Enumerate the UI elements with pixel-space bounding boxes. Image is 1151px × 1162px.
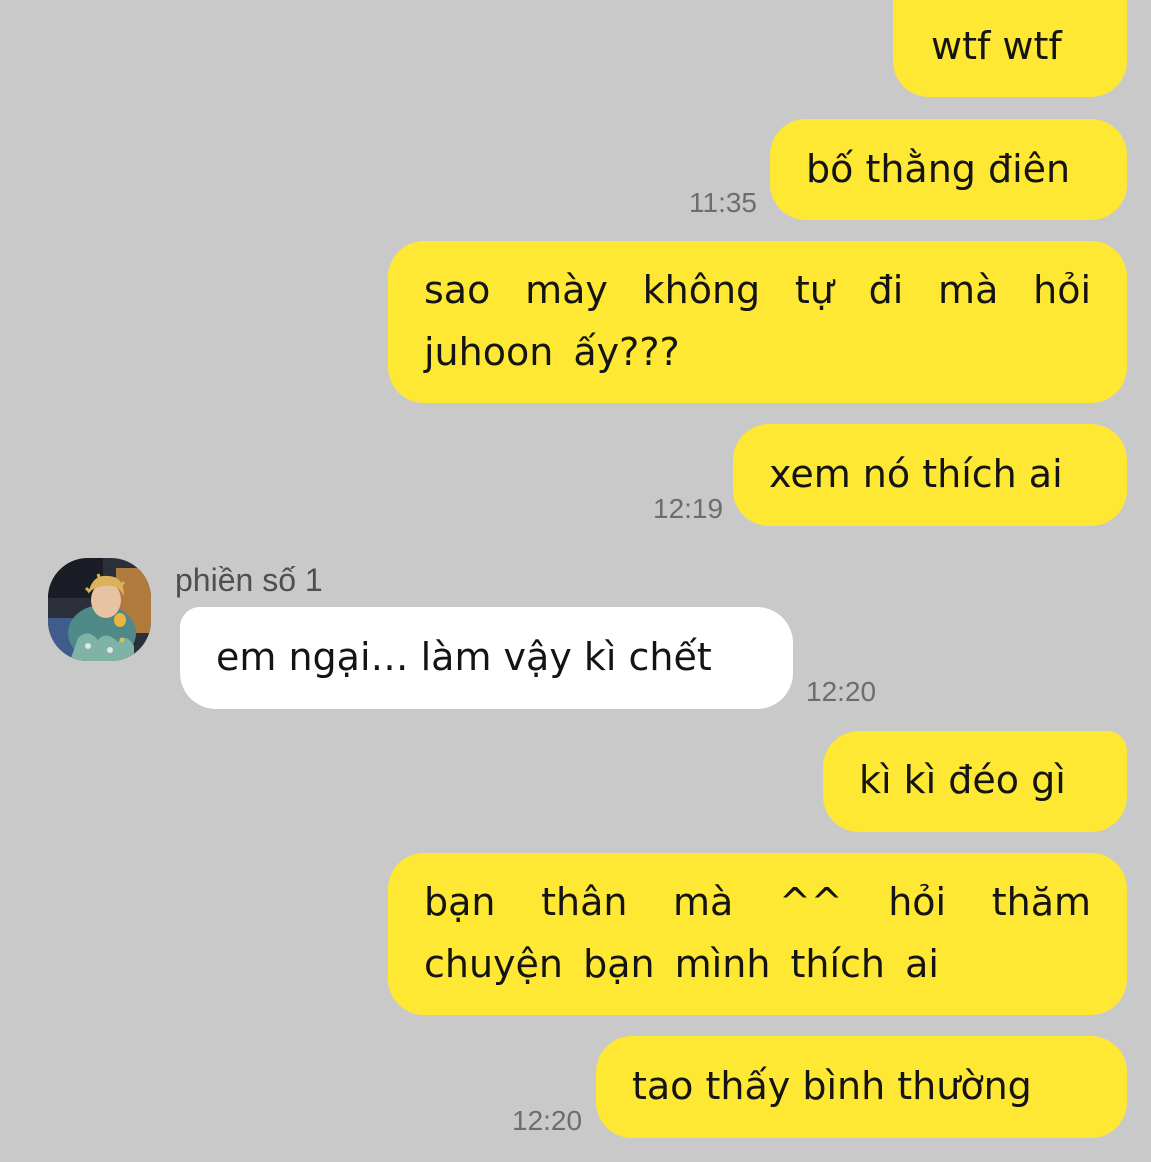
message-text: sao mày không tự đi mà hỏi juhoon ấy??? [424,268,1091,374]
sender-name: phiền số 1 [175,562,323,598]
message-text: bố thằng điên [806,147,1071,191]
message-text: xem nó thích ai [769,452,1063,496]
message-timestamp: 11:35 [689,187,757,218]
message-bubble-sent[interactable]: kì kì đéo gì [823,731,1127,832]
message-text: tao thấy bình thường [632,1064,1032,1108]
message-bubble-sent[interactable]: wtf wtf [893,0,1127,97]
message-bubble-sent[interactable]: xem nó thích ai [733,424,1127,526]
user-avatar-icon [48,558,151,661]
message-text: wtf wtf [931,24,1062,68]
contact-avatar[interactable] [48,558,151,661]
message-bubble-sent[interactable]: bạn thân mà ^^ hỏi thăm chuyện bạn mình … [388,853,1127,1015]
message-bubble-sent[interactable]: bố thằng điên [770,119,1127,220]
message-text: em ngại… làm vậy kì chết [216,635,712,679]
message-bubble-sent[interactable]: sao mày không tự đi mà hỏi juhoon ấy??? [388,241,1127,403]
message-timestamp: 12:19 [653,493,724,524]
message-timestamp: 12:20 [806,676,877,707]
chat-screen: { "messages": [ { "side": "me", "text": … [0,0,1151,1162]
message-text: bạn thân mà ^^ hỏi thăm chuyện bạn mình … [424,880,1091,986]
message-bubble-received[interactable]: em ngại… làm vậy kì chết [180,607,793,709]
message-timestamp: 12:20 [512,1105,583,1136]
message-text: kì kì đéo gì [859,758,1066,802]
message-bubble-sent[interactable]: tao thấy bình thường [596,1036,1127,1138]
